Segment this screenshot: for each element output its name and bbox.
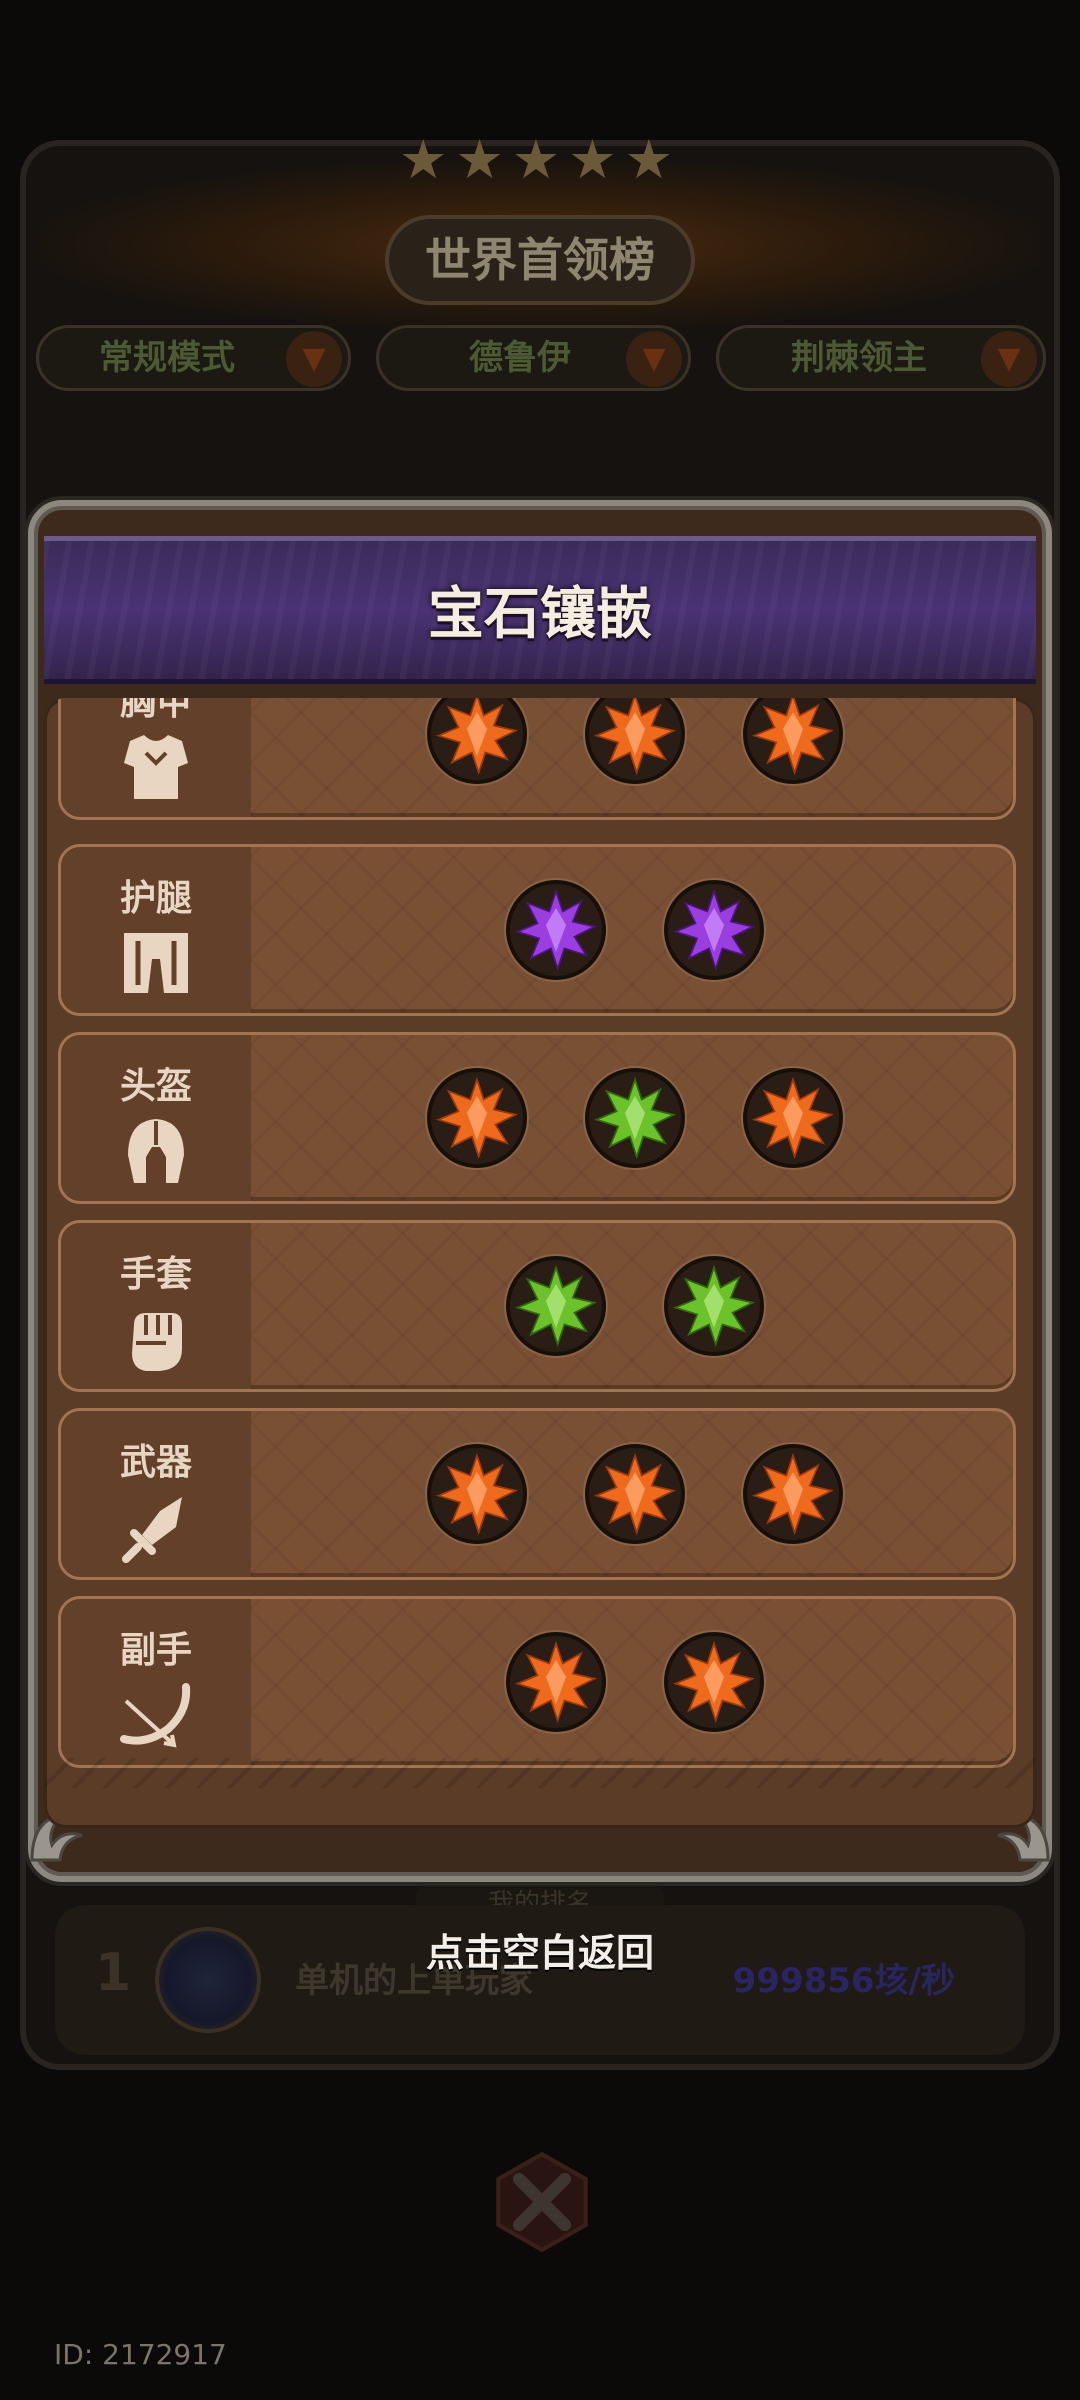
chevron-down-icon: ▼	[626, 331, 682, 387]
slot-row-leggings[interactable]: 护腿	[58, 844, 1016, 1016]
gem-socket[interactable]	[585, 698, 685, 784]
gem-socket[interactable]	[427, 1068, 527, 1168]
gem-socket[interactable]	[506, 880, 606, 980]
orange-gem-icon	[435, 1076, 519, 1160]
gem-socket[interactable]	[506, 1256, 606, 1356]
orange-gem-icon	[435, 698, 519, 776]
gem-socket[interactable]	[743, 1068, 843, 1168]
slot-label: 胸甲	[119, 698, 192, 723]
gem-socket[interactable]	[427, 698, 527, 784]
leaderboard-title: 世界首领榜	[385, 215, 695, 305]
gem-sockets	[251, 1035, 1013, 1201]
tap-to-return-hint[interactable]: 点击空白返回	[0, 1922, 1080, 1977]
slot-row-chest[interactable]: 胸甲	[58, 698, 1016, 820]
gem-socket[interactable]	[743, 1444, 843, 1544]
rating-stars-icon: ★★★★★	[398, 128, 682, 191]
user-id: ID: 2172917	[54, 2338, 227, 2371]
gem-socket[interactable]	[585, 1444, 685, 1544]
chevron-down-icon: ▼	[286, 331, 342, 387]
bow-icon	[120, 1683, 191, 1748]
orange-gem-icon	[593, 698, 677, 776]
gem-sockets	[251, 1599, 1013, 1765]
leggings-icon	[124, 933, 188, 993]
gem-sockets	[251, 847, 1013, 1013]
orange-gem-icon	[435, 1452, 519, 1536]
tab-class-label: 德鲁伊	[469, 338, 571, 378]
slot-row-offhand[interactable]: 副手	[58, 1596, 1016, 1768]
slot-row-weapon[interactable]: 武器	[58, 1408, 1016, 1580]
chevron-down-icon: ▼	[981, 331, 1037, 387]
leaderboard-filter-tabs: 常规模式 ▼ 德鲁伊 ▼ 荆棘领主 ▼	[36, 325, 1046, 395]
purple-gem-icon	[514, 888, 598, 972]
slot-label: 头盔	[119, 1066, 192, 1107]
gem-slot-list[interactable]: 胸甲 护腿 头盔 手套 武器 副手	[44, 698, 1036, 1828]
green-gem-icon	[593, 1076, 677, 1160]
gem-socket[interactable]	[664, 880, 764, 980]
tab-mode-label: 常规模式	[99, 338, 235, 378]
modal-header: 宝石镶嵌	[44, 536, 1036, 684]
green-gem-icon	[672, 1264, 756, 1348]
slot-label: 手套	[119, 1254, 192, 1295]
orange-gem-icon	[751, 1076, 835, 1160]
gem-socket[interactable]	[585, 1068, 685, 1168]
tab-boss-label: 荆棘领主	[791, 338, 927, 378]
tab-class[interactable]: 德鲁伊 ▼	[376, 325, 691, 391]
tab-boss[interactable]: 荆棘领主 ▼	[716, 325, 1046, 391]
slot-label: 副手	[119, 1630, 192, 1671]
armor-icon	[124, 735, 188, 799]
modal-title: 宝石镶嵌	[428, 582, 652, 647]
orange-gem-icon	[751, 698, 835, 776]
orange-gem-icon	[514, 1640, 598, 1724]
tab-mode[interactable]: 常规模式 ▼	[36, 325, 351, 391]
purple-gem-icon	[672, 888, 756, 972]
gem-socket[interactable]	[427, 1444, 527, 1544]
gem-sockets	[251, 1411, 1013, 1577]
orange-gem-icon	[672, 1640, 756, 1724]
sword-icon	[122, 1497, 182, 1563]
gloves-icon	[132, 1313, 182, 1371]
gem-socket[interactable]	[664, 1256, 764, 1356]
gem-socket[interactable]	[506, 1632, 606, 1732]
green-gem-icon	[514, 1264, 598, 1348]
gem-sockets	[251, 698, 1013, 817]
slot-label: 武器	[119, 1442, 192, 1483]
gem-socket[interactable]	[664, 1632, 764, 1732]
close-x-icon	[496, 2151, 588, 2253]
orange-gem-icon	[751, 1452, 835, 1536]
orange-gem-icon	[593, 1452, 677, 1536]
slot-row-gloves[interactable]: 手套	[58, 1220, 1016, 1392]
gem-socket[interactable]	[743, 698, 843, 784]
slot-row-helmet[interactable]: 头盔	[58, 1032, 1016, 1204]
helmet-icon	[128, 1119, 184, 1183]
slot-label: 护腿	[119, 878, 192, 919]
gem-sockets	[251, 1223, 1013, 1389]
